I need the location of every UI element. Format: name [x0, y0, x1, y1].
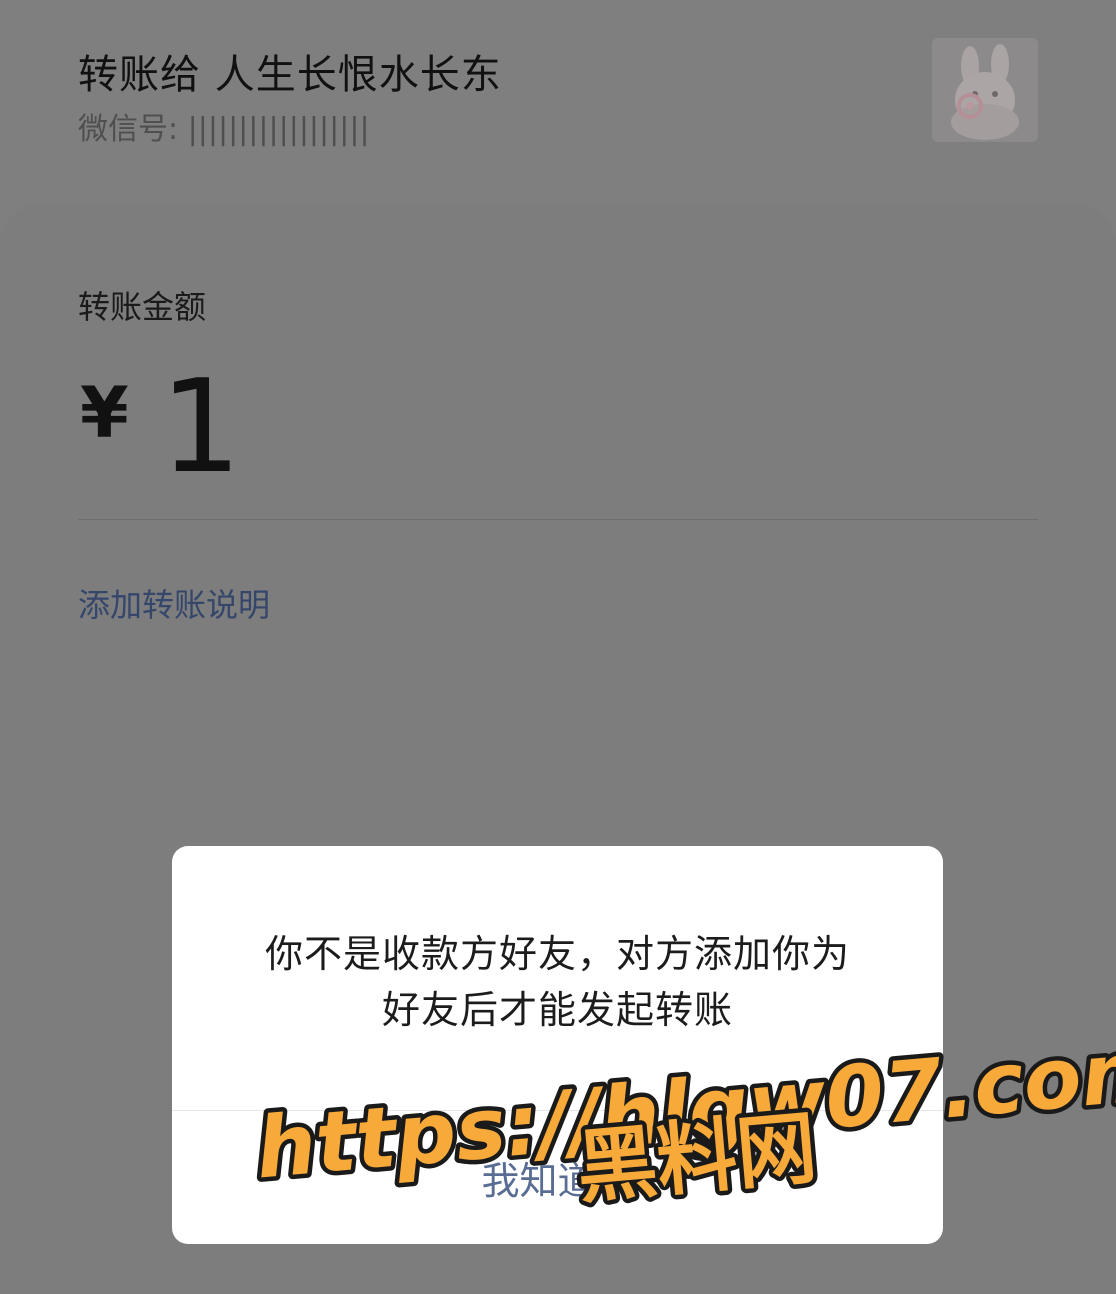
currency-symbol: ¥ — [80, 372, 129, 454]
wechat-id: 微信号: |||||||||||||||||| — [78, 112, 370, 147]
recipient-title: 转账给 人生长恨水长东 — [78, 52, 502, 98]
amount-input[interactable]: 1 — [160, 364, 241, 492]
dialog-message-line-2: 好友后才能发起转账 — [381, 988, 733, 1032]
dialog-message: 你不是收款方好友，对方添加你为 好友后才能发起转账 — [212, 926, 903, 1038]
dialog-message-line-1: 你不是收款方好友，对方添加你为 — [264, 932, 850, 976]
add-note-link[interactable]: 添加转账说明 — [78, 580, 270, 626]
rabbit-plush-icon — [932, 38, 1038, 142]
avatar[interactable] — [932, 38, 1038, 142]
transfer-header: 转账给 人生长恨水长东 微信号: |||||||||||||||||| — [0, 0, 1116, 200]
amount-label: 转账金额 — [78, 288, 207, 326]
not-friend-dialog: 你不是收款方好友，对方添加你为 好友后才能发起转账 我知道了 — [172, 846, 943, 1244]
got-it-button[interactable]: 我知道了 — [172, 1111, 943, 1244]
amount-divider — [78, 519, 1038, 520]
